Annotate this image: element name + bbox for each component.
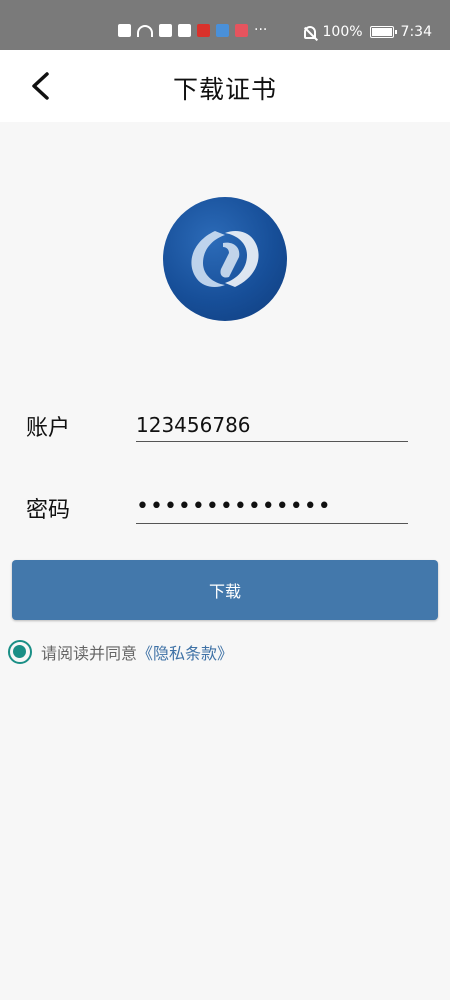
browser-app-icon	[216, 24, 229, 37]
more-notifications-icon: ···	[254, 22, 268, 38]
privacy-policy-link[interactable]: 《隐私条款》	[137, 640, 233, 664]
app-notification-icon	[159, 24, 172, 37]
bell-muted-icon	[303, 25, 316, 39]
agreement-row: 请阅读并同意 《隐私条款》	[8, 640, 233, 664]
account-input[interactable]: 123456786	[136, 410, 408, 442]
clock: 7:34	[400, 24, 432, 40]
account-label: 账户	[26, 416, 71, 441]
logo-swirl-icon	[191, 231, 259, 287]
status-right: 100% 7:34	[303, 24, 432, 40]
password-input[interactable]: ••••••••••••••	[136, 492, 408, 524]
agreement-text: 请阅读并同意	[41, 644, 138, 663]
sim-icon	[118, 24, 131, 37]
app-bar: 下载证书	[0, 50, 450, 122]
status-bar: ··· 100% 7:34	[0, 0, 450, 50]
download-button[interactable]: 下载	[12, 560, 438, 620]
battery-icon	[369, 26, 397, 38]
agreement-radio[interactable]	[8, 640, 32, 664]
app-logo	[163, 197, 287, 321]
status-icons: ···	[118, 22, 268, 38]
app-notification-icon	[178, 24, 191, 37]
password-label: 密码	[26, 498, 71, 523]
page-title: 下载证书	[172, 75, 277, 104]
video-app-icon	[197, 24, 210, 37]
app-notification-icon	[235, 24, 248, 37]
wifi-icon	[137, 24, 153, 37]
battery-percent: 100%	[322, 24, 363, 40]
